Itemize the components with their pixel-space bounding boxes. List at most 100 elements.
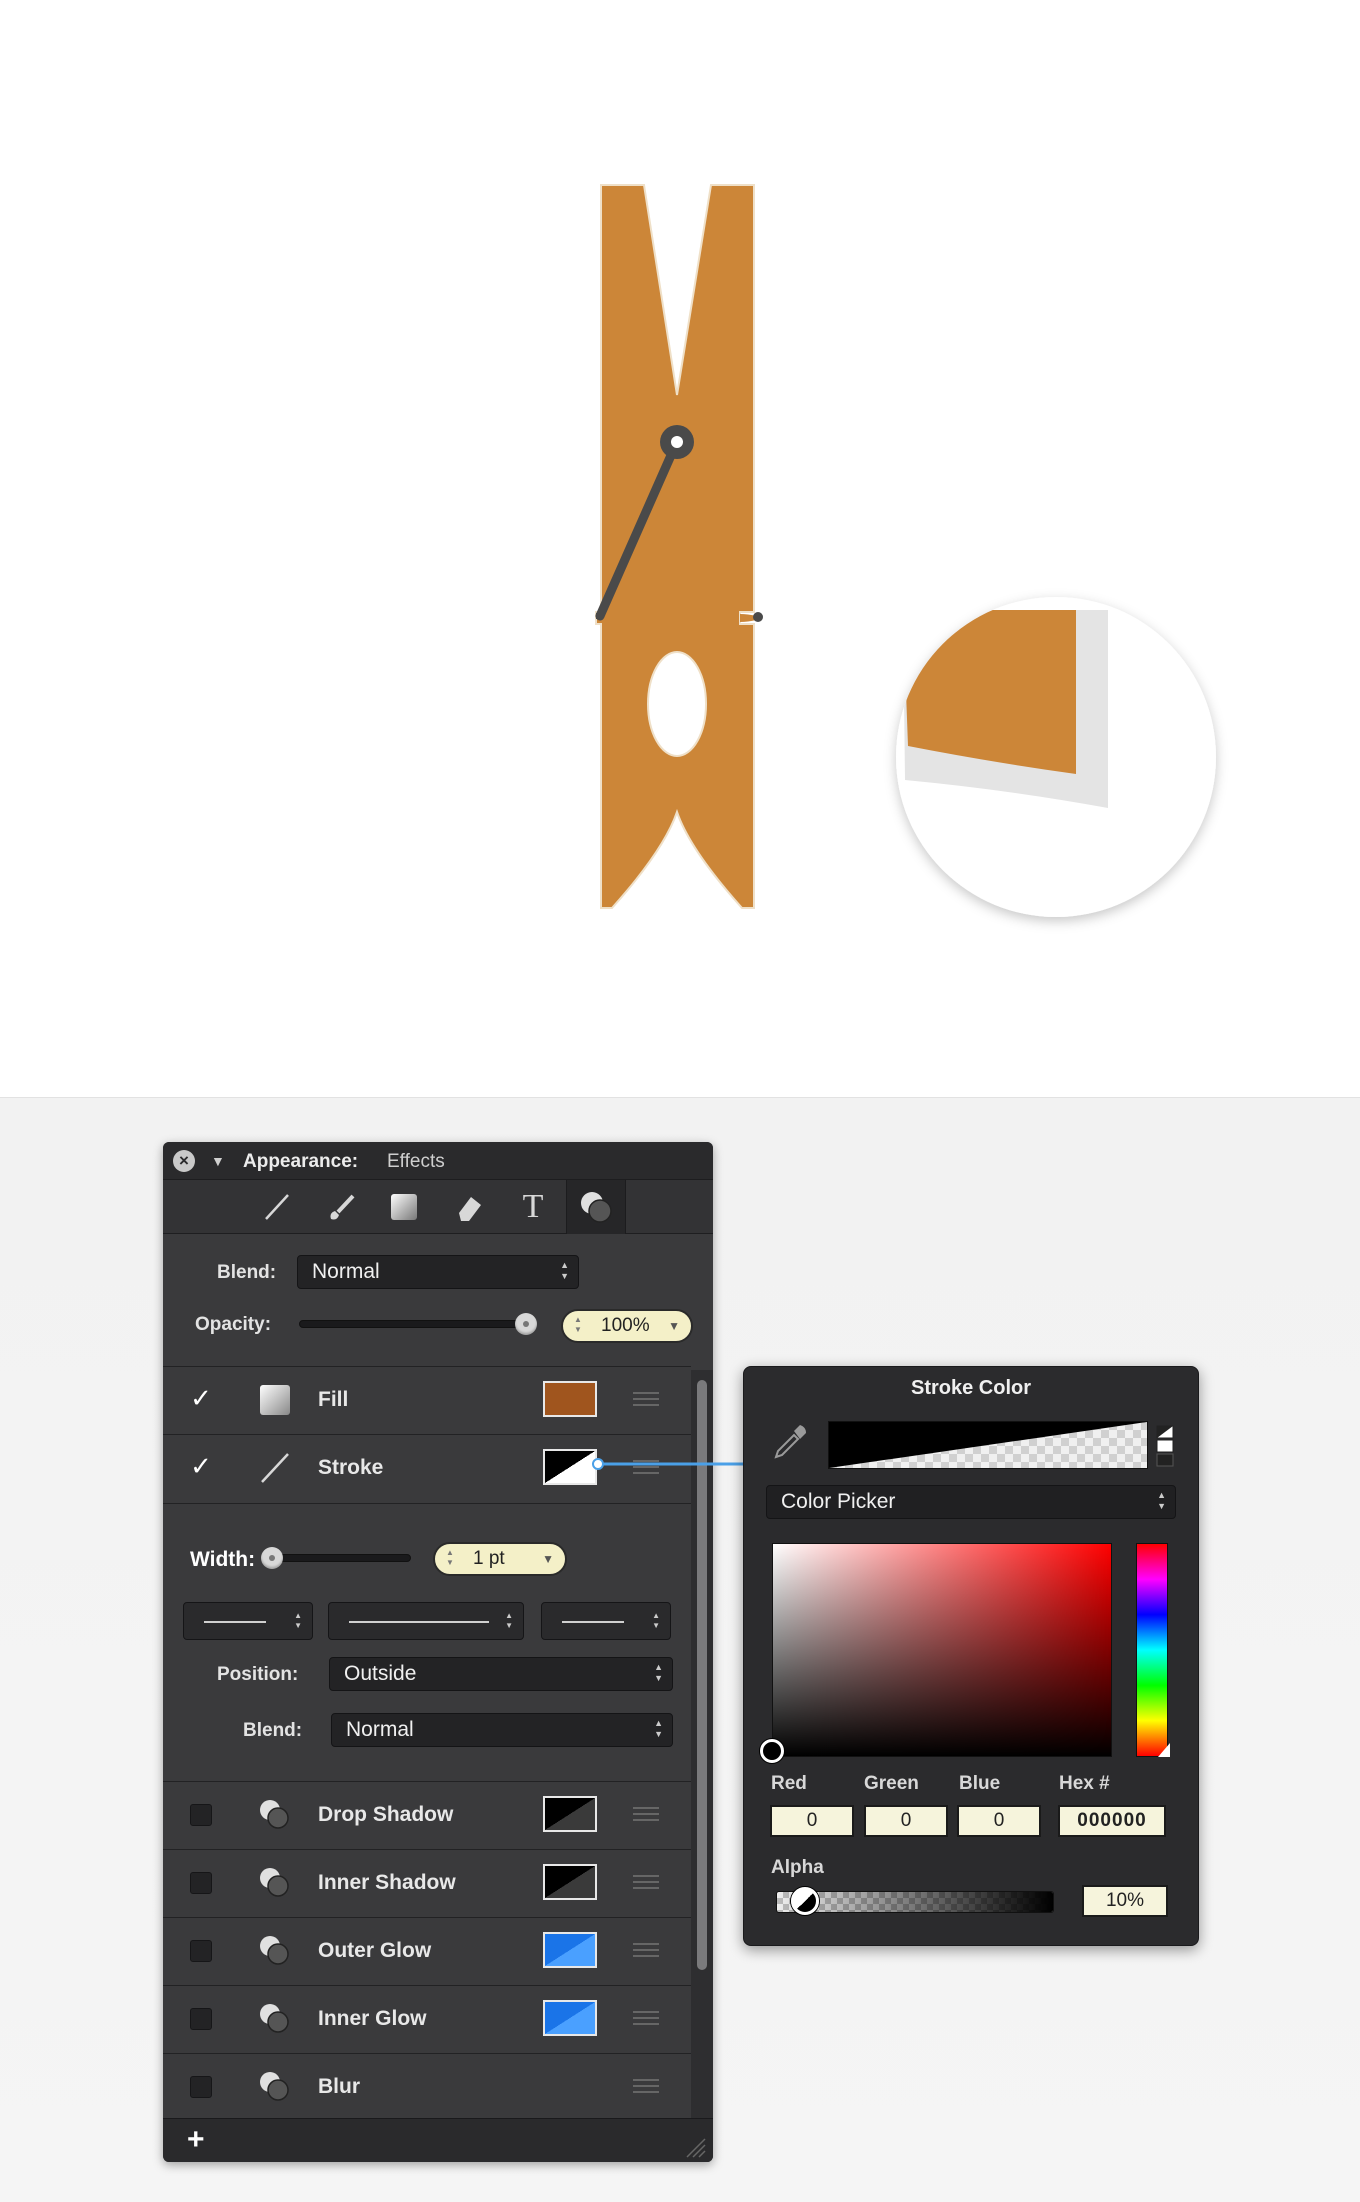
outer-glow-checkbox[interactable] — [190, 1940, 212, 1962]
chevron-down-icon[interactable]: ▼ — [542, 1544, 554, 1574]
opacity-value: 100% — [601, 1315, 650, 1336]
chevron-down-icon[interactable]: ▼ — [668, 1311, 680, 1341]
blur-checkbox[interactable] — [190, 2076, 212, 2098]
fill-color-swatch[interactable] — [543, 1381, 597, 1417]
green-field[interactable]: 0 — [864, 1805, 948, 1837]
inner-glow-row[interactable]: Inner Glow — [163, 1985, 691, 2053]
panel-subtitle: Effects — [387, 1151, 445, 1172]
color-mode-select[interactable]: Color Picker ▲ ▼ — [766, 1485, 1176, 1519]
dash-pattern-select[interactable]: ▲ ▼ — [328, 1602, 524, 1640]
width-slider-knob[interactable] — [261, 1547, 283, 1569]
drag-handle-icon[interactable] — [633, 1807, 659, 1821]
drop-shadow-checkbox[interactable] — [190, 1804, 212, 1826]
drag-handle-icon[interactable] — [633, 2011, 659, 2025]
red-label: Red — [771, 1773, 807, 1794]
effect-icon — [258, 2003, 292, 2035]
artwork — [595, 184, 1216, 917]
artboard — [0, 0, 1360, 1098]
effect-icon — [258, 1867, 292, 1899]
opacity-slider-knob[interactable] — [515, 1313, 537, 1335]
blur-row[interactable]: Blur — [163, 2053, 691, 2118]
blend-select[interactable]: Normal ▲ ▼ — [297, 1255, 579, 1289]
brush-tool-icon[interactable] — [323, 1189, 359, 1225]
disclosure-triangle-icon[interactable]: ▼ — [211, 1153, 225, 1169]
drag-handle-icon[interactable] — [633, 1875, 659, 1889]
clothespin-shape[interactable] — [595, 184, 756, 909]
position-value: Outside — [344, 1662, 417, 1685]
eyedropper-icon[interactable] — [770, 1423, 810, 1463]
inner-shadow-row[interactable]: Inner Shadow — [163, 1849, 691, 1917]
drag-handle-icon[interactable] — [633, 2079, 659, 2093]
stroke-icon — [258, 1452, 292, 1484]
start-arrow-select[interactable]: ▲ ▼ — [183, 1602, 313, 1640]
opacity-field[interactable]: ▲ ▼ 100% ▼ — [561, 1309, 693, 1343]
effect-icon — [258, 2071, 292, 2103]
saturation-brightness-field[interactable] — [772, 1543, 1112, 1757]
inner-shadow-color-swatch[interactable] — [543, 1864, 597, 1900]
outer-glow-row[interactable]: Outer Glow — [163, 1917, 691, 1985]
select-arrows-icon: ▲ ▼ — [654, 1662, 663, 1683]
popover-title: Stroke Color — [910, 1377, 1032, 1399]
stroke-tool-icon[interactable] — [259, 1189, 295, 1225]
drop-shadow-row[interactable]: Drop Shadow — [163, 1781, 691, 1849]
fill-layer-name: Fill — [318, 1388, 349, 1411]
position-label: Position: — [217, 1664, 299, 1685]
width-label: Width: — [190, 1548, 256, 1571]
zoom-preview — [896, 597, 1216, 917]
close-icon[interactable]: × — [173, 1150, 195, 1172]
add-effect-button[interactable]: + — [187, 2123, 205, 2157]
panel-title: Appearance: — [243, 1151, 359, 1172]
drag-handle-icon[interactable] — [633, 1392, 659, 1406]
hex-field[interactable]: 000000 — [1058, 1805, 1166, 1837]
drop-shadow-color-swatch[interactable] — [543, 1796, 597, 1832]
blend-label: Blend: — [217, 1262, 277, 1283]
alpha-slider-knob[interactable] — [791, 1887, 819, 1915]
stroke-blend-select[interactable]: Normal ▲ ▼ — [331, 1713, 673, 1747]
stroke-color-swatch[interactable] — [543, 1449, 597, 1485]
stepper-icon[interactable]: ▲ ▼ — [446, 1548, 454, 1568]
effect-icon — [258, 1935, 292, 1967]
outer-glow-name: Outer Glow — [318, 1939, 432, 1962]
alpha-field[interactable]: 10% — [1082, 1885, 1168, 1917]
stepper-icon[interactable]: ▲ ▼ — [574, 1315, 582, 1335]
swap-colors-icon[interactable] — [1156, 1425, 1174, 1467]
hue-pointer-icon[interactable] — [1158, 1743, 1172, 1759]
end-arrow-select[interactable]: ▲ ▼ — [541, 1602, 671, 1640]
effects-tool-icon[interactable] — [566, 1180, 626, 1234]
outer-glow-color-swatch[interactable] — [543, 1932, 597, 1968]
color-field-cursor[interactable] — [760, 1739, 784, 1763]
stroke-blend-value: Normal — [346, 1718, 414, 1741]
position-select[interactable]: Outside ▲ ▼ — [329, 1657, 673, 1691]
inner-glow-name: Inner Glow — [318, 2007, 427, 2030]
fill-layer-row[interactable]: ✓ Fill — [163, 1366, 691, 1432]
eraser-tool-icon[interactable] — [451, 1189, 487, 1225]
stroke-layer-name: Stroke — [318, 1456, 384, 1479]
appearance-toolbar: T — [163, 1180, 713, 1234]
inner-shadow-checkbox[interactable] — [190, 1872, 212, 1894]
stroke-checkbox[interactable]: ✓ — [190, 1453, 212, 1479]
blue-field[interactable]: 0 — [957, 1805, 1041, 1837]
width-slider[interactable] — [269, 1554, 411, 1562]
effect-icon — [258, 1799, 292, 1831]
blue-label: Blue — [959, 1773, 1001, 1794]
text-tool-icon[interactable]: T — [515, 1188, 551, 1225]
width-field[interactable]: ▲ ▼ 1 pt ▼ — [433, 1542, 567, 1576]
resize-grip-icon[interactable] — [683, 2135, 707, 2159]
panel-scrollbar[interactable] — [691, 1370, 713, 2162]
blend-value: Normal — [312, 1260, 380, 1283]
fill-icon — [258, 1384, 292, 1416]
stroke-options: Width: ▲ ▼ 1 pt ▼ ▲ ▼ ▲ ▼ ▲ ▼ Position: Outs… — [163, 1503, 691, 1781]
inner-glow-checkbox[interactable] — [190, 2008, 212, 2030]
fill-checkbox[interactable]: ✓ — [190, 1385, 212, 1411]
green-label: Green — [864, 1773, 919, 1794]
stroke-blend-label: Blend: — [243, 1720, 303, 1741]
drag-handle-icon[interactable] — [633, 1943, 659, 1957]
hue-slider[interactable] — [1136, 1543, 1168, 1757]
stroke-color-popover: Stroke Color Color Picker ▲ ▼ Red Green B… — [743, 1366, 1199, 1946]
inner-glow-color-swatch[interactable] — [543, 2000, 597, 2036]
fill-tool-icon[interactable] — [386, 1189, 422, 1225]
red-field[interactable]: 0 — [770, 1805, 854, 1837]
opacity-slider[interactable] — [299, 1320, 527, 1328]
color-mode-value: Color Picker — [781, 1490, 896, 1513]
appearance-panel: × ▼ Appearance: Effects T Blend: Normal … — [163, 1142, 713, 2162]
